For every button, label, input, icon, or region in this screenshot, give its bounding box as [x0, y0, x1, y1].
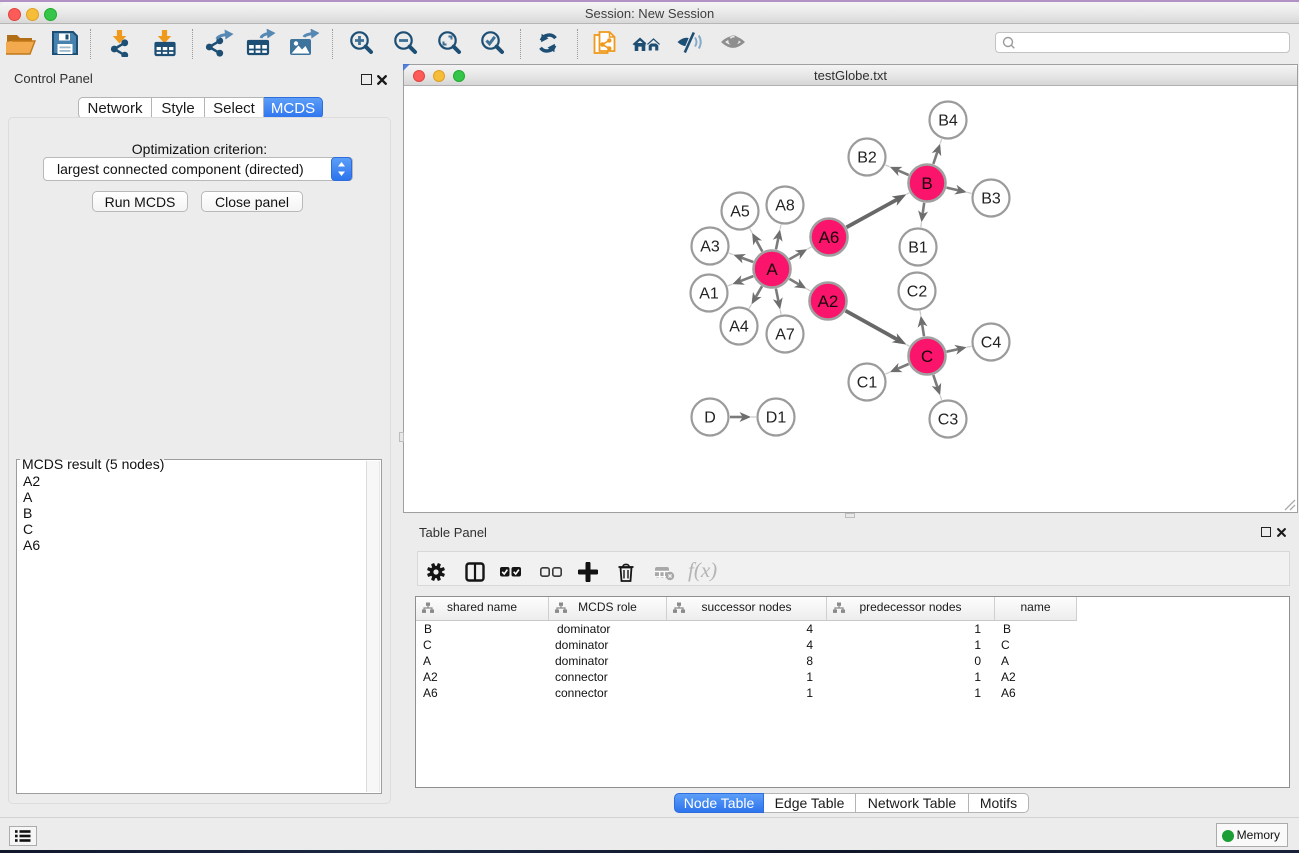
svg-text:A1: A1: [699, 286, 719, 303]
svg-text:D1: D1: [766, 410, 787, 427]
svg-text:C4: C4: [981, 335, 1002, 352]
svg-text:A6: A6: [819, 228, 840, 247]
svg-text:C1: C1: [857, 375, 878, 392]
svg-text:A: A: [766, 260, 778, 279]
svg-text:A8: A8: [775, 198, 795, 215]
svg-text:B4: B4: [938, 113, 958, 130]
svg-text:B2: B2: [857, 150, 877, 167]
svg-text:C2: C2: [907, 284, 928, 301]
svg-text:A3: A3: [700, 239, 720, 256]
svg-text:B: B: [921, 174, 932, 193]
svg-text:A2: A2: [818, 292, 839, 311]
svg-text:A7: A7: [775, 327, 795, 344]
svg-text:B3: B3: [981, 191, 1001, 208]
svg-text:A4: A4: [729, 319, 749, 336]
svg-text:D: D: [704, 410, 716, 427]
svg-text:A5: A5: [730, 204, 750, 221]
svg-text:B1: B1: [908, 240, 928, 257]
svg-text:C3: C3: [938, 412, 959, 429]
svg-text:C: C: [921, 347, 933, 366]
